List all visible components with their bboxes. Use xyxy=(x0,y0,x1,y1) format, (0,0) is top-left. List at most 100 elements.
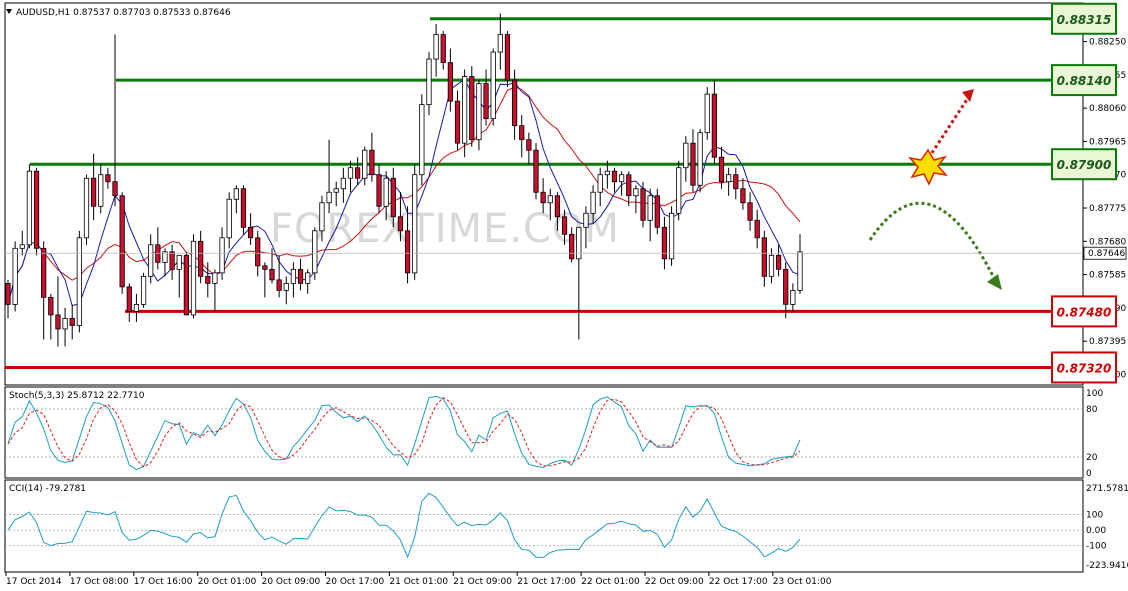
candle-body xyxy=(754,219,760,239)
candle-body xyxy=(5,282,11,305)
cci-axis-label: 271.5781 xyxy=(1086,484,1128,494)
candle-body xyxy=(547,195,553,204)
candle-body xyxy=(704,93,710,134)
time-axis-label: 23 Oct 01:00 xyxy=(773,577,832,587)
candle-body xyxy=(747,202,753,221)
symbol-header: AUDUSD,H1 0.87537 0.87703 0.87533 0.8764… xyxy=(16,8,231,18)
time-axis-label: 17 Oct 2014 xyxy=(6,577,62,587)
stoch-axis-label: 0 xyxy=(1086,469,1092,479)
candle-body xyxy=(176,254,182,270)
price-axis-label: 0.87965 xyxy=(1089,137,1126,147)
candle-body xyxy=(447,62,453,102)
candle-body xyxy=(661,226,668,260)
time-axis-label: 21 Oct 09:00 xyxy=(453,577,512,587)
candle-body xyxy=(98,174,104,207)
candle-body xyxy=(262,265,268,270)
candle-body xyxy=(647,195,653,221)
candle-body xyxy=(775,254,782,270)
candle-body xyxy=(426,58,432,106)
candle-body xyxy=(783,268,789,305)
candle-body xyxy=(604,170,610,176)
time-axis-label: 17 Oct 16:00 xyxy=(134,577,193,587)
candle-body xyxy=(726,174,732,183)
candle-body xyxy=(19,244,25,249)
candle-body xyxy=(540,191,546,204)
time-axis-label: 20 Oct 01:00 xyxy=(198,577,257,587)
candle-body xyxy=(768,254,775,277)
candle-body xyxy=(240,188,247,228)
candle-body xyxy=(633,188,639,197)
candle-body xyxy=(690,142,696,186)
candle-body xyxy=(355,167,361,179)
candle-body xyxy=(569,233,575,260)
forex-chart: FOREXTIME.COM 10080200 271.57811000.00-1… xyxy=(0,0,1128,591)
candle-body xyxy=(297,268,304,284)
candle-body xyxy=(340,177,346,190)
candle-body xyxy=(733,174,739,190)
time-axis-label: 22 Oct 01:00 xyxy=(581,577,640,587)
candle-body xyxy=(519,125,525,141)
candle-body xyxy=(711,93,717,158)
candle-body xyxy=(233,188,239,200)
candle-body xyxy=(347,167,354,179)
candle-body xyxy=(590,191,596,214)
candle-body xyxy=(533,149,539,193)
candle-body xyxy=(419,104,425,176)
candle-body xyxy=(383,177,389,207)
candle-body xyxy=(611,170,618,183)
time-axis-label: 20 Oct 17:00 xyxy=(326,577,385,587)
stoch-header: Stoch(5,3,3) 25.8712 22.7710 xyxy=(9,391,145,401)
candle-body xyxy=(440,34,446,63)
candle-body xyxy=(683,142,689,169)
candle-body xyxy=(433,34,439,60)
candle-body xyxy=(333,188,339,193)
candle-body xyxy=(105,174,111,183)
candle-body xyxy=(583,212,589,228)
candle-body xyxy=(69,318,75,326)
candle-body xyxy=(33,170,40,249)
candle-body xyxy=(169,251,175,270)
time-axis-label: 17 Oct 08:00 xyxy=(70,577,129,587)
candle-body xyxy=(269,268,275,281)
candle-body xyxy=(404,230,411,274)
candle-body xyxy=(676,167,682,214)
candle-body xyxy=(140,275,147,305)
candle-body xyxy=(198,240,204,277)
stoch-axis-label: 100 xyxy=(1086,389,1103,399)
cci-axis-label: -100 xyxy=(1086,542,1107,552)
candle-body xyxy=(148,244,154,277)
candle-body xyxy=(26,170,33,246)
price-axis-label: 0.87775 xyxy=(1089,204,1126,214)
time-axis-label: 22 Oct 09:00 xyxy=(645,577,704,587)
candle-body xyxy=(483,83,489,120)
candle-body xyxy=(597,174,603,193)
candle-body xyxy=(290,268,297,284)
level-label: 0.87900 xyxy=(1057,158,1112,172)
candle-body xyxy=(369,149,375,176)
cci-axis-label: 100 xyxy=(1086,511,1103,521)
price-axis-label: 0.87395 xyxy=(1089,337,1126,347)
candle-body xyxy=(619,174,625,183)
cci-axis-label: 0.00 xyxy=(1086,526,1106,536)
candle-body xyxy=(326,191,332,204)
candle-body xyxy=(133,303,140,312)
candle-body xyxy=(91,177,97,207)
price-axis-label: 0.87680 xyxy=(1089,237,1126,247)
candle-body xyxy=(219,237,225,274)
time-axis-label: 21 Oct 17:00 xyxy=(517,577,576,587)
time-axis-label: 21 Oct 01:00 xyxy=(389,577,448,587)
candle-body xyxy=(76,237,82,326)
candle-body xyxy=(412,174,418,274)
stoch-axis-label: 20 xyxy=(1086,453,1098,463)
candle-body xyxy=(497,34,503,53)
time-axis-label: 20 Oct 09:00 xyxy=(262,577,321,587)
candle-body xyxy=(454,100,461,144)
candle-body xyxy=(226,198,232,239)
candle-body xyxy=(697,132,703,186)
current-price-label: 0.87646 xyxy=(1088,249,1125,259)
candle-body xyxy=(205,275,211,284)
candle-body xyxy=(576,226,582,260)
candle-body xyxy=(212,272,218,284)
price-axis-label: 0.87585 xyxy=(1089,271,1126,281)
candle-body xyxy=(376,174,382,207)
